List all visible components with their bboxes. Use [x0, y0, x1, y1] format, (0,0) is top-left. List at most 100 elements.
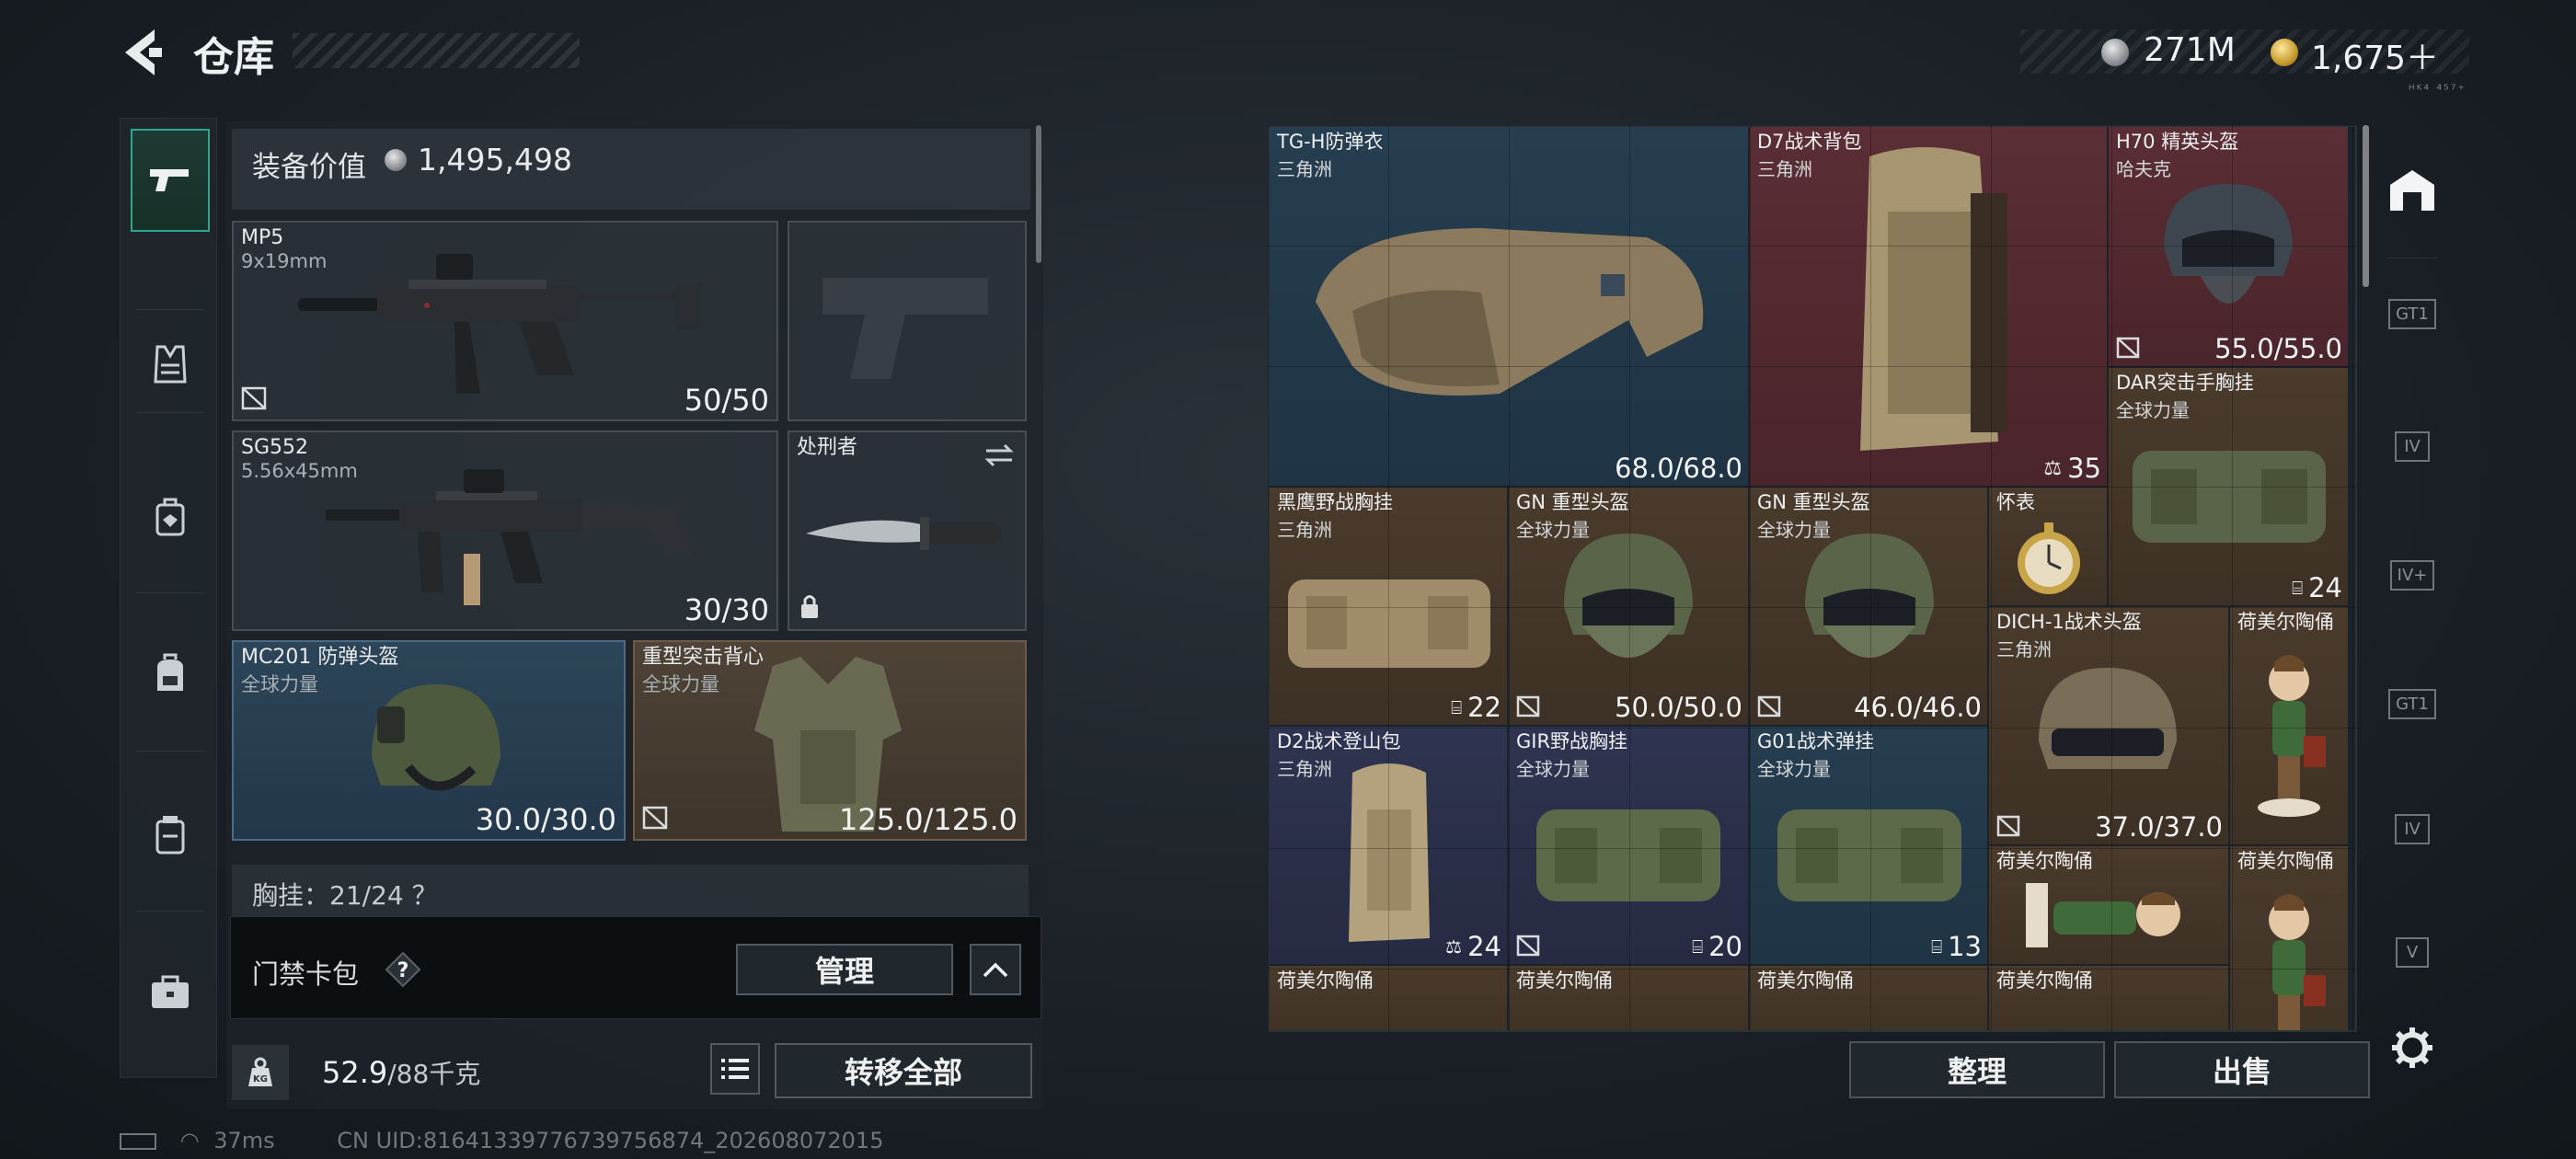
tab-ivb-label: IV	[2395, 813, 2430, 844]
item-count: ⌸ 13	[1931, 931, 1982, 962]
gear-icon	[2392, 1027, 2432, 1068]
stash-tab-v[interactable]: V	[2377, 911, 2447, 993]
item-name: G01战术弹挂	[1757, 730, 1874, 752]
item-name: DICH-1战术头盔	[1996, 611, 2142, 633]
rig-icon: ⌸	[1931, 935, 1943, 958]
stash-item[interactable]: D2战术登山包 三角洲 ⚖ 24	[1270, 727, 1507, 964]
stash-item[interactable]: DAR突击手胸挂 全球力量 ⌸ 24	[2109, 368, 2348, 605]
sort-button[interactable]: 整理	[1849, 1041, 2105, 1098]
loadout-scrollbar[interactable]	[1036, 125, 1041, 263]
helmet-image	[1805, 534, 1934, 658]
chest-rig-capacity: 胸挂：21/24 ？	[252, 880, 438, 911]
weapon-name: MP5	[241, 226, 284, 249]
tab-iv-plus-label: IV+	[2389, 559, 2435, 591]
stash-item[interactable]: 荷美尔陶俑	[1270, 966, 1507, 1030]
stash-item[interactable]: D7战术背包 三角洲 ⚖ 35	[1750, 127, 2107, 486]
stash-item[interactable]: GN 重型头盔 全球力量 46.0/46.0	[1750, 488, 1987, 725]
stash-item[interactable]: 荷美尔陶俑	[2230, 607, 2348, 844]
back-button[interactable]	[118, 26, 166, 79]
knife-image	[806, 517, 1001, 550]
helmet-image	[372, 684, 500, 791]
list-icon	[721, 1059, 749, 1079]
stash-item[interactable]: 荷美尔陶俑	[1989, 846, 2228, 964]
stash-item[interactable]: TG-H防弹衣 三角洲 68.0/68.0	[1270, 127, 1748, 486]
helmet-durability: 30.0/30.0	[475, 802, 616, 837]
slot-pistol-empty[interactable]	[788, 221, 1027, 421]
stash-tab-iv[interactable]: IV	[2377, 405, 2447, 488]
rail-divider	[136, 751, 204, 752]
chest-rig-row[interactable]: 胸挂：21/24 ？	[232, 865, 1029, 916]
version-label: ᴴᴷ⁴ ⁴⁵⁷⁺	[2409, 83, 2467, 98]
item-durability: 50.0/50.0	[1615, 692, 1742, 723]
stash-item[interactable]: 荷美尔陶俑	[1750, 966, 1987, 1030]
slot-secondary-weapon[interactable]: SG552 5.56x45mm 30/30	[232, 430, 778, 631]
rig-icon: ⌸	[2292, 577, 2304, 599]
chevron-up-icon	[983, 962, 1008, 978]
stash-item[interactable]: GIR野战胸挂 全球力量 ⌸ 20	[1509, 727, 1748, 964]
figurine-image	[2026, 883, 2180, 947]
list-view-button[interactable]	[710, 1043, 760, 1095]
stash-item[interactable]: DICH-1战术头盔 三角洲 37.0/37.0	[1989, 607, 2228, 844]
stash-item[interactable]: 荷美尔陶俑	[1989, 966, 2228, 1030]
stash-item[interactable]: 荷美尔陶俑	[2230, 846, 2348, 1030]
briefcase-icon	[152, 975, 189, 1008]
item-name: TG-H防弹衣	[1277, 131, 1384, 153]
lock-icon	[801, 595, 818, 618]
rig-image	[1536, 809, 1720, 901]
no-drop-icon	[642, 806, 668, 830]
sell-button[interactable]: 出售	[2114, 1041, 2370, 1098]
no-drop-icon	[1516, 935, 1540, 957]
item-name: 荷美尔陶俑	[1757, 970, 1854, 992]
helmet-faction: 全球力量	[241, 673, 318, 695]
item-durability: 68.0/68.0	[1615, 453, 1742, 484]
battery-icon	[120, 1133, 156, 1150]
weight-icon: ⚖	[2043, 456, 2063, 480]
stash-item[interactable]: GN 重型头盔 全球力量 50.0/50.0	[1509, 488, 1748, 725]
wifi-icon: ◠	[179, 1128, 200, 1153]
stash-tab-iv-plus[interactable]: IV+	[2377, 534, 2447, 616]
figurine-image	[2258, 655, 2326, 817]
stash-tab-iv-b[interactable]: IV	[2377, 787, 2447, 870]
stash-tab-gt1-b[interactable]: GT1	[2377, 662, 2447, 745]
stash-item[interactable]: 黑鹰野战胸挂 三角洲 ⌸ 22	[1270, 488, 1507, 725]
rail-rig[interactable]	[131, 465, 210, 568]
helmet-image	[2039, 668, 2177, 769]
weight-max: /88千克	[387, 1059, 481, 1089]
no-drop-icon	[1516, 695, 1540, 717]
stash-tab-home[interactable]	[2377, 149, 2447, 232]
tab-gt1b-label: GT1	[2388, 688, 2436, 719]
silver-amount[interactable]: 271M	[2144, 31, 2236, 69]
card-pack-label: 门禁卡包	[252, 958, 360, 990]
stash-item[interactable]: H70 精英头盔 哈夫克 55.0/55.0	[2109, 127, 2348, 366]
slot-helmet[interactable]: MC201 防弹头盔 全球力量 30.0/30.0	[232, 640, 626, 841]
swap-icon[interactable]	[983, 442, 1016, 469]
stash-item[interactable]: G01战术弹挂 全球力量 ⌸ 13	[1750, 727, 1987, 964]
transfer-all-button[interactable]: 转移全部	[775, 1043, 1032, 1098]
pocket-watch-image	[2018, 522, 2080, 594]
slot-melee[interactable]: 处刑者	[788, 430, 1027, 631]
item-durability: 46.0/46.0	[1854, 692, 1982, 723]
rail-case[interactable]	[131, 940, 210, 1043]
stash-tab-gt1[interactable]: GT1	[2377, 272, 2447, 355]
item-durability: 37.0/37.0	[2095, 811, 2223, 843]
gold-amount[interactable]: 1,675＋	[2311, 31, 2439, 79]
rail-backpack[interactable]	[131, 622, 210, 725]
stash-item[interactable]: 怀表	[1989, 488, 2107, 605]
slot-body-armor[interactable]: 重型突击背心 全球力量 125.0/125.0	[633, 640, 1027, 841]
collapse-button[interactable]	[970, 944, 1021, 995]
manage-button[interactable]: 管理	[736, 944, 953, 995]
slot-primary-weapon[interactable]: MP5 9x19mm 50/50	[232, 221, 778, 421]
item-count: ⚖ 35	[2043, 453, 2101, 484]
rail-pouch[interactable]	[131, 784, 210, 887]
tab-gt1-label: GT1	[2388, 298, 2436, 329]
rail-divider	[136, 911, 204, 912]
help-icon[interactable]: ?	[385, 951, 421, 988]
no-drop-icon	[241, 386, 267, 410]
item-count: ⚖ 24	[1445, 931, 1501, 962]
rail-armor[interactable]	[131, 313, 210, 416]
equipment-value: 1,495,498	[418, 142, 572, 178]
pistol-silhouette-icon	[822, 278, 988, 379]
stash-item[interactable]: 荷美尔陶俑	[1509, 966, 1748, 1030]
rail-weapons[interactable]	[131, 129, 210, 232]
settings-button[interactable]	[2377, 1006, 2447, 1089]
